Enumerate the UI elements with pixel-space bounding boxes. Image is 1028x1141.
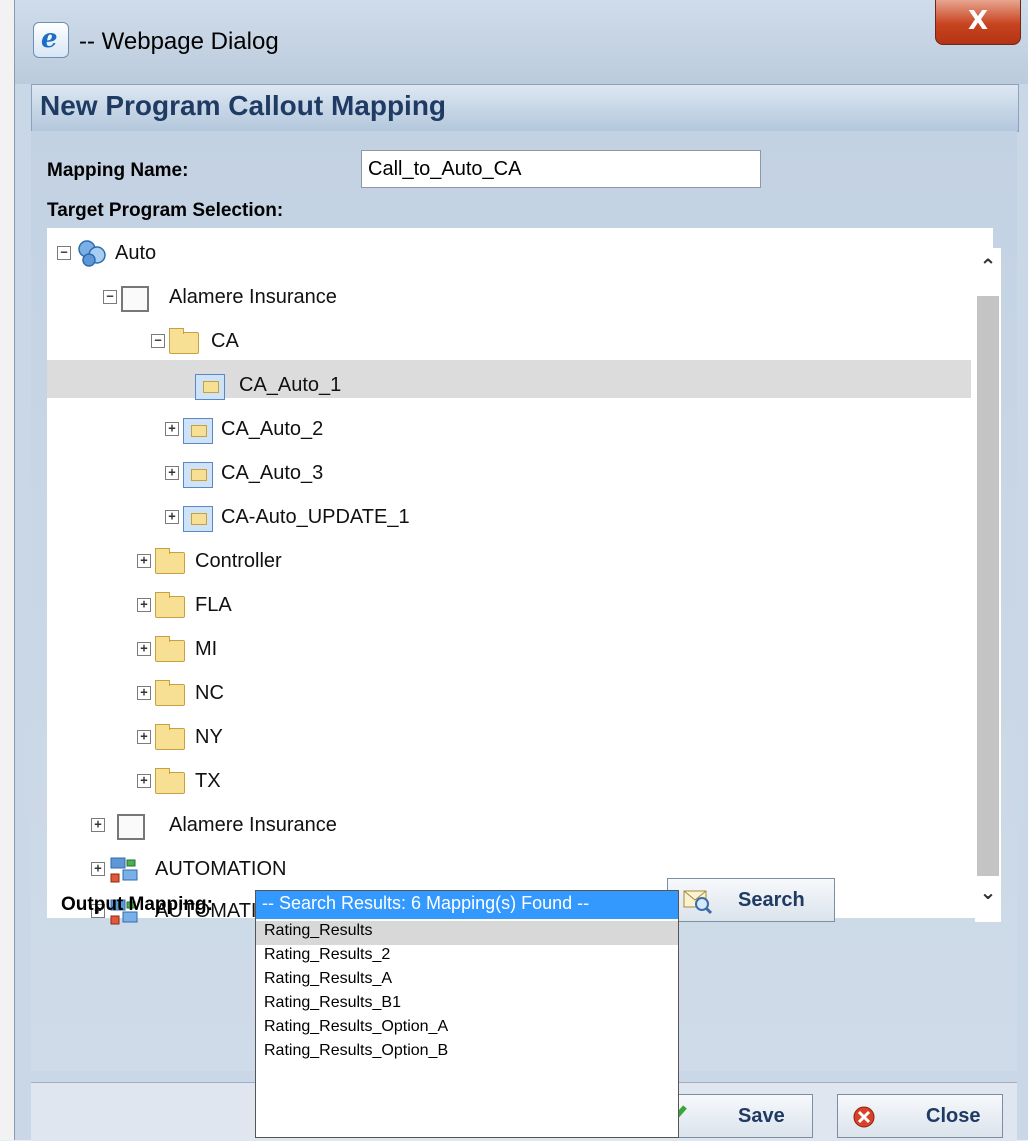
tree-node-ca[interactable]: − CA (151, 322, 451, 362)
title-bar: e -- Webpage Dialog X (15, 0, 1028, 84)
company-icon (121, 286, 149, 312)
tree-node-program[interactable]: + CA_Auto_2 (165, 410, 565, 450)
folder-icon (155, 724, 185, 750)
expand-icon[interactable]: + (137, 642, 151, 656)
expand-icon[interactable]: + (91, 862, 105, 876)
company-icon (117, 814, 145, 840)
tree-label: CA (211, 330, 239, 352)
folder-icon (155, 768, 185, 794)
search-button[interactable]: Search (667, 878, 835, 922)
expand-icon[interactable]: + (165, 466, 179, 480)
tree-label: AUTOMATION (155, 858, 287, 880)
tree-label: Alamere Insurance (169, 814, 337, 836)
dropdown-option[interactable]: Rating_Results_B1 (256, 993, 678, 1017)
program-icon (183, 418, 213, 444)
ie-icon: e (33, 22, 69, 58)
webpage-dialog: e -- Webpage Dialog X New Program Callou… (14, 0, 1028, 1141)
tree-node-program[interactable]: + CA-Auto_UPDATE_1 (165, 498, 565, 538)
dropdown-header[interactable]: -- Search Results: 6 Mapping(s) Found -- (256, 891, 678, 919)
tree-label: CA-Auto_UPDATE_1 (221, 506, 410, 528)
scroll-down-icon[interactable]: ⌄ (978, 880, 998, 904)
automation-icon (110, 857, 138, 883)
mapping-name-label: Mapping Name: (47, 160, 189, 181)
close-button[interactable]: Close (837, 1094, 1003, 1138)
tree-label: FLA (195, 594, 232, 616)
tree-label: Alamere Insurance (169, 286, 337, 308)
program-icon (183, 506, 213, 532)
dropdown-option[interactable]: Rating_Results_Option_A (256, 1017, 678, 1041)
window-title: -- Webpage Dialog (79, 28, 279, 55)
search-button-label: Search (738, 889, 805, 911)
tree-label: CA_Auto_2 (221, 418, 324, 440)
tree-node-state[interactable]: + Controller (137, 542, 437, 582)
tree-node-state[interactable]: + MI (137, 630, 437, 670)
product-line-icon (78, 240, 106, 267)
scroll-up-icon[interactable]: ⌃ (978, 254, 998, 278)
scrollbar-thumb[interactable] (977, 296, 999, 876)
dropdown-option[interactable]: Rating_Results_Option_B (256, 1041, 678, 1065)
program-icon (183, 462, 213, 488)
folder-icon (155, 636, 185, 662)
folder-icon (169, 328, 199, 354)
folder-icon (155, 592, 185, 618)
expand-icon[interactable]: + (137, 730, 151, 744)
tree-node-program[interactable]: CA_Auto_1 (175, 366, 575, 406)
expand-icon[interactable]: + (137, 598, 151, 612)
tree-node-state[interactable]: + NC (137, 674, 437, 714)
tree-node-state[interactable]: + TX (137, 762, 437, 802)
folder-icon (155, 548, 185, 574)
collapse-icon[interactable]: − (57, 246, 71, 260)
expand-icon[interactable]: + (137, 774, 151, 788)
tree-scrollbar[interactable]: ⌃ ⌄ (975, 248, 1001, 922)
output-mapping-dropdown[interactable]: -- Search Results: 6 Mapping(s) Found --… (255, 890, 679, 1138)
dropdown-option[interactable]: Rating_Results_A (256, 969, 678, 993)
mapping-name-input[interactable] (361, 150, 761, 188)
close-button-label: Close (926, 1105, 981, 1127)
tree-node-state[interactable]: + NY (137, 718, 437, 758)
tree-node-company[interactable]: − Alamere Insurance (103, 278, 503, 318)
tree-label: Controller (195, 550, 282, 572)
expand-icon[interactable]: + (165, 422, 179, 436)
tree-label: CA_Auto_1 (239, 374, 342, 396)
tree-label: Auto (115, 242, 157, 264)
target-program-label: Target Program Selection: (47, 200, 284, 221)
program-icon (195, 374, 225, 400)
folder-icon (155, 680, 185, 706)
tree-node-auto[interactable]: − Auto (57, 234, 357, 274)
collapse-icon[interactable]: − (151, 334, 165, 348)
close-icon (853, 1106, 875, 1128)
tree-label: NY (195, 726, 223, 748)
desktop-edge (0, 0, 14, 1140)
tree-label: TX (195, 770, 221, 792)
tree-label: MI (195, 638, 218, 660)
dialog-heading: New Program Callout Mapping (40, 90, 447, 121)
tree-label: CA_Auto_3 (221, 462, 324, 484)
search-icon (683, 890, 712, 915)
expand-icon[interactable]: + (165, 510, 179, 524)
expand-icon[interactable]: + (91, 818, 105, 832)
tree-node-product[interactable]: + AUTOMATION (91, 850, 491, 890)
program-tree: − Auto − Alamere Insurance − CA CA_Auto_… (47, 228, 993, 925)
expand-icon[interactable]: + (137, 686, 151, 700)
dropdown-option[interactable]: Rating_Results_2 (256, 945, 678, 969)
tree-node-program[interactable]: + CA_Auto_3 (165, 454, 565, 494)
tree-node-company[interactable]: + Alamere Insurance (91, 806, 491, 846)
collapse-icon[interactable]: − (103, 290, 117, 304)
tree-label: NC (195, 682, 224, 704)
output-mapping-label: Output Mapping: (61, 894, 213, 915)
window-close-button[interactable]: X (935, 0, 1021, 45)
tree-node-state[interactable]: + FLA (137, 586, 437, 626)
dropdown-option[interactable]: Rating_Results (256, 921, 678, 945)
expand-icon[interactable]: + (137, 554, 151, 568)
dialog-header: New Program Callout Mapping (31, 84, 1019, 132)
save-button-label: Save (738, 1105, 785, 1127)
